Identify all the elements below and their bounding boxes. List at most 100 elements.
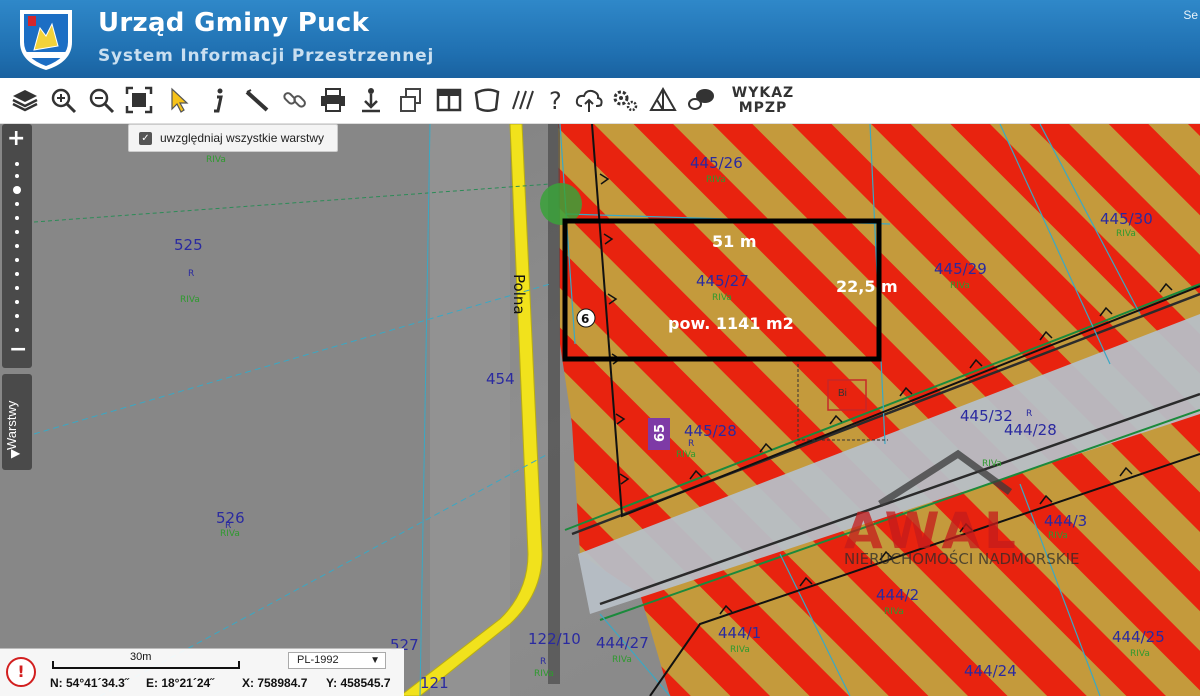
zoom-in-icon[interactable]: [48, 85, 78, 115]
app-title: Urząd Gminy Puck: [98, 8, 370, 38]
parcel-label: 121: [420, 674, 449, 692]
zoom-level-dot[interactable]: [15, 162, 19, 166]
alert-icon[interactable]: !: [6, 657, 36, 687]
parcel-label: 445/30: [1100, 210, 1153, 228]
purple-number-text: 65: [653, 424, 668, 442]
zoom-slider-handle[interactable]: [13, 186, 21, 194]
class-riva: RIVa: [1048, 531, 1068, 541]
scale-label: 30m: [130, 651, 152, 663]
class-riva: RIVa: [884, 607, 904, 617]
zoom-out-icon[interactable]: [86, 85, 116, 115]
zoom-out-button[interactable]: −: [9, 337, 27, 362]
info-icon[interactable]: [204, 85, 234, 115]
mpzp-label: MPZP: [738, 100, 788, 116]
select-pointer-icon[interactable]: [164, 85, 194, 115]
map-canvas[interactable]: Bi 6 65 51 m 22,5 m pow. 1141 m2 Polna 4…: [0, 124, 1200, 696]
parcel-label: 454: [486, 370, 515, 388]
zoom-in-button[interactable]: +: [7, 126, 25, 151]
zoom-level-dot[interactable]: [15, 216, 19, 220]
class-r: R: [188, 269, 194, 279]
include-all-layers-checkbox[interactable]: ✓: [139, 131, 152, 145]
download-icon[interactable]: [356, 85, 386, 115]
full-extent-icon[interactable]: [124, 85, 154, 115]
class-r: R: [688, 439, 694, 449]
wykaz-mpzp-button[interactable]: WYKAZ MPZP: [728, 86, 798, 116]
shape-icon[interactable]: [472, 85, 502, 115]
header-right-text[interactable]: Se: [1183, 8, 1198, 22]
print-icon[interactable]: [318, 85, 348, 115]
parcel-label: 445/29: [934, 260, 987, 278]
class-riva: RIVa: [612, 655, 632, 665]
zoom-level-dot[interactable]: [15, 272, 19, 276]
class-riva: RIVa: [1116, 229, 1136, 239]
zoom-level-dot[interactable]: [15, 174, 19, 178]
help-icon[interactable]: ?: [540, 85, 570, 115]
status-panel: ! 30m PL-1992 ▼ N: 54°41´34.3˝ E: 18°21´…: [0, 648, 404, 696]
link-icon[interactable]: [280, 85, 310, 115]
parcel-label: 444/28: [1004, 421, 1057, 439]
class-riva: RIVa: [712, 293, 732, 303]
field-strip-2: [430, 124, 510, 696]
checkbox-label: uwzględniaj wszystkie warstwy: [160, 131, 325, 145]
zoom-level-dot[interactable]: [15, 244, 19, 248]
layers-tab[interactable]: Warstwy ▶: [2, 374, 32, 470]
parcel-label: 444/3: [1044, 512, 1087, 530]
measurement-width: 51 m: [712, 232, 757, 251]
parcel-label: 445/28: [684, 422, 737, 440]
x-coordinate-readout: X: 758984.7: [242, 676, 308, 690]
settings-icon[interactable]: [610, 85, 640, 115]
zoom-level-dot[interactable]: [15, 328, 19, 332]
parcel-label: 444/1: [718, 624, 761, 642]
class-riva: RIVa: [950, 281, 970, 291]
triangle-icon[interactable]: [648, 85, 678, 115]
measurement-area: pow. 1141 m2: [668, 314, 794, 333]
field-strip: [0, 124, 430, 696]
class-riva: RIVa: [534, 669, 554, 679]
toolbar: ? WYKAZ MPZP: [0, 78, 1200, 124]
layers-checkbox-panel[interactable]: ✓ uwzględniaj wszystkie warstwy: [128, 124, 338, 152]
layers-tab-label: Warstwy: [4, 400, 19, 450]
parcel-label: 122/10: [528, 630, 581, 648]
longitude-readout: E: 18°21´24˝: [146, 676, 215, 690]
zoom-level-dot[interactable]: [15, 300, 19, 304]
zoom-level-dot[interactable]: [15, 286, 19, 290]
zoom-level-dot[interactable]: [15, 314, 19, 318]
latitude-readout: N: 54°41´34.3˝: [50, 676, 129, 690]
parcel-label: 444/24: [964, 662, 1017, 680]
chat-icon[interactable]: [686, 85, 716, 115]
class-riva: RIVa: [730, 645, 750, 655]
crs-value: PL-1992: [297, 654, 339, 666]
zoom-level-dot[interactable]: [15, 258, 19, 262]
layout-icon[interactable]: [434, 85, 464, 115]
expand-arrow-icon: ▶: [11, 446, 21, 460]
class-riva: RIVa: [676, 450, 696, 460]
map-view[interactable]: Bi 6 65 51 m 22,5 m pow. 1141 m2 Polna 4…: [0, 124, 1200, 696]
class-r: R: [540, 657, 546, 667]
building-label: Bi: [838, 388, 847, 399]
parcel-label: 445/26: [690, 154, 743, 172]
class-riva: RIVa: [220, 529, 240, 539]
app-subtitle: System Informacji Przestrzennej: [98, 46, 435, 66]
zoom-level-dot[interactable]: [15, 202, 19, 206]
layers-icon[interactable]: [10, 85, 40, 115]
chevron-down-icon: ▼: [370, 655, 380, 666]
hatch-icon[interactable]: [508, 85, 538, 115]
crs-select[interactable]: PL-1992 ▼: [288, 652, 386, 669]
street-name: Polna: [510, 274, 528, 315]
app-header: Urząd Gminy Puck System Informacji Przes…: [0, 0, 1200, 78]
parcel-label: 444/2: [876, 586, 919, 604]
zoom-level-dot[interactable]: [15, 230, 19, 234]
watermark-tagline: NIERUCHOMOŚCI NADMORSKIE: [844, 549, 1079, 568]
class-r: R: [1026, 409, 1032, 419]
class-riva: RIVa: [180, 295, 200, 305]
parcel-label: 525: [174, 236, 203, 254]
measure-ruler-icon[interactable]: [242, 85, 272, 115]
parcel-label: 445/27: [696, 272, 749, 290]
svg-text:?: ?: [549, 87, 562, 115]
copy-icon[interactable]: [396, 85, 426, 115]
cloud-upload-icon[interactable]: [574, 85, 604, 115]
class-riva: RIVa: [1130, 649, 1150, 659]
zoom-panel: + −: [2, 124, 32, 368]
class-riva: RIVa: [982, 459, 1002, 469]
y-coordinate-readout: Y: 458545.7: [326, 676, 391, 690]
